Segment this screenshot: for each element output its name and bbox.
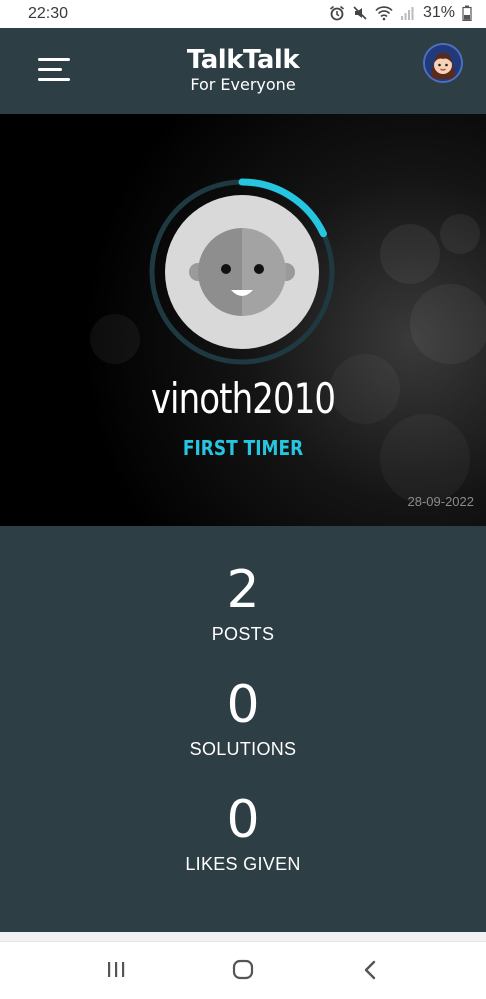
status-bar: 22:30 31% bbox=[0, 0, 486, 28]
profile-hero: vinoth2010 FIRST TIMER 28-09-2022 bbox=[0, 114, 486, 526]
rank-progress-ring bbox=[148, 178, 336, 366]
user-avatar bbox=[425, 45, 461, 81]
join-date: 28-09-2022 bbox=[407, 494, 475, 509]
battery-icon bbox=[462, 5, 472, 21]
stat-value: 0 bbox=[226, 790, 260, 850]
stat-posts[interactable]: 2 POSTS bbox=[0, 562, 486, 645]
hamburger-line bbox=[38, 68, 62, 71]
content-bottom-edge bbox=[0, 932, 486, 942]
status-time: 22:30 bbox=[28, 5, 69, 22]
background-bokeh bbox=[410, 284, 486, 364]
system-nav-bar bbox=[0, 942, 486, 999]
stat-label: SOLUTIONS bbox=[189, 739, 297, 759]
background-bokeh bbox=[440, 214, 480, 254]
profile-stats: 2 POSTS 0 SOLUTIONS 0 LIKES GIVEN bbox=[0, 526, 486, 932]
stat-value: 0 bbox=[226, 675, 260, 735]
alarm-icon bbox=[329, 5, 344, 21]
status-icons: 31% bbox=[329, 4, 472, 22]
signal-icon bbox=[400, 7, 414, 20]
talktalk-logo[interactable]: TalkTalk For Everyone bbox=[160, 46, 326, 95]
stat-label: POSTS bbox=[211, 624, 275, 644]
back-icon bbox=[364, 960, 376, 980]
app-header: TalkTalk For Everyone bbox=[0, 28, 486, 114]
background-bokeh bbox=[90, 314, 140, 364]
home-icon bbox=[232, 959, 254, 980]
menu-button[interactable] bbox=[38, 58, 72, 82]
profile-username: vinoth2010 bbox=[150, 374, 336, 423]
wifi-icon bbox=[375, 6, 393, 21]
stat-solutions[interactable]: 0 SOLUTIONS bbox=[0, 677, 486, 760]
back-button[interactable] bbox=[350, 956, 390, 984]
battery-percent: 31% bbox=[422, 4, 455, 21]
mute-icon bbox=[353, 6, 367, 20]
hamburger-line bbox=[38, 78, 70, 81]
stat-likes-given[interactable]: 0 LIKES GIVEN bbox=[0, 792, 486, 875]
hamburger-icon bbox=[38, 58, 70, 61]
stat-label: LIKES GIVEN bbox=[185, 854, 301, 874]
home-button[interactable] bbox=[223, 956, 263, 984]
recent-apps-button[interactable] bbox=[96, 956, 136, 984]
user-avatar-button[interactable] bbox=[423, 43, 463, 83]
logo-tagline: For Everyone bbox=[190, 75, 296, 94]
recent-apps-icon bbox=[108, 962, 125, 977]
rank-title: FIRST TIMER bbox=[182, 436, 304, 460]
background-bokeh bbox=[380, 224, 440, 284]
stat-value: 2 bbox=[226, 560, 260, 620]
logo-main-text: TalkTalk bbox=[186, 45, 300, 75]
